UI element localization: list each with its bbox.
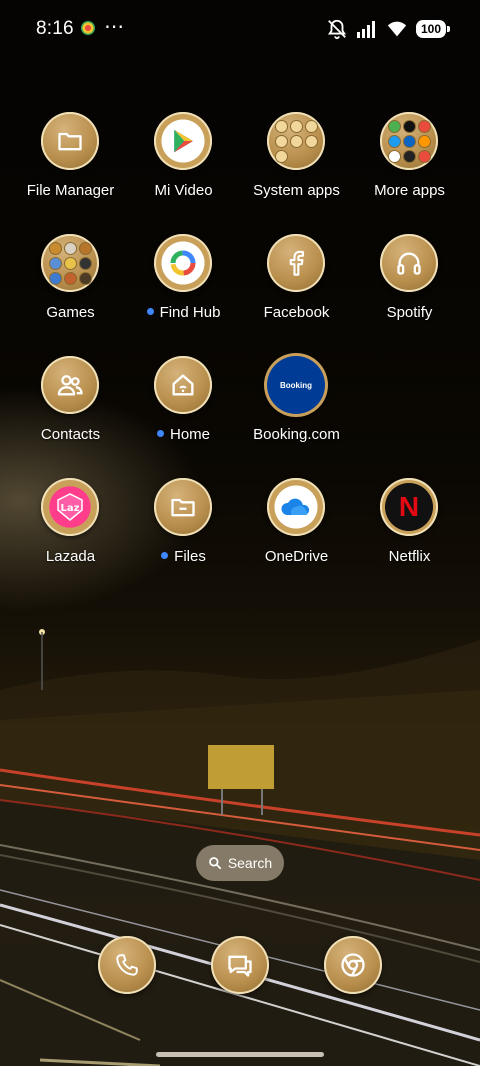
app-label: Booking.com <box>253 426 340 443</box>
folder-label: Games <box>46 304 95 321</box>
app-home[interactable]: Home <box>127 356 240 466</box>
netflix-icon: N <box>398 491 420 522</box>
more-notifications-indicator: ⋯ <box>104 16 125 38</box>
search-label: Search <box>227 855 273 871</box>
folder-icon <box>58 132 82 151</box>
new-badge-dot <box>156 429 164 437</box>
app-label: Lazada <box>45 548 96 565</box>
app-facebook[interactable]: Facebook <box>240 234 353 344</box>
contacts-icon <box>57 375 83 396</box>
cloud-icon <box>281 498 310 515</box>
app-label: Files <box>127 548 240 565</box>
app-label: Spotify <box>386 304 433 321</box>
app-file-manager[interactable]: File Manager <box>14 112 127 222</box>
folder-label: System apps <box>253 182 340 199</box>
app-label: Facebook <box>263 304 330 321</box>
app-label: Mi Video <box>154 182 213 199</box>
dock-messages-button[interactable] <box>211 936 269 994</box>
folder-games-icon <box>41 234 99 292</box>
app-label: Contacts <box>40 426 101 443</box>
folder-games[interactable]: Games <box>14 234 127 344</box>
phone-icon <box>116 954 138 976</box>
folder-more-apps[interactable]: More apps <box>353 112 466 222</box>
messages-icon <box>228 955 252 977</box>
battery-icon: 100 <box>415 20 451 38</box>
new-badge-dot <box>146 307 154 315</box>
play-icon <box>174 129 193 153</box>
status-time: 8:16 <box>36 18 74 39</box>
app-label: OneDrive <box>264 548 329 565</box>
home-icon <box>172 374 194 396</box>
signal-icon <box>356 21 375 38</box>
folder-system-icon <box>267 112 325 170</box>
folder-system-apps[interactable]: System apps <box>240 112 353 222</box>
dock-phone-button[interactable] <box>98 936 156 994</box>
dock <box>0 936 480 996</box>
folder-label: More apps <box>374 182 445 199</box>
google-icon <box>170 250 196 276</box>
search-icon <box>208 857 221 870</box>
app-files[interactable]: Files <box>127 478 240 588</box>
app-contacts[interactable]: Contacts <box>14 356 127 466</box>
folder-more-icon <box>380 112 438 170</box>
files-icon <box>171 498 195 517</box>
notification-icon <box>81 21 95 35</box>
wifi-icon <box>387 21 407 37</box>
app-label: Home <box>127 426 240 443</box>
app-netflix[interactable]: N Netflix <box>353 478 466 588</box>
dock-chrome-button[interactable] <box>324 936 382 994</box>
svg-text:Laz: Laz <box>61 503 80 514</box>
mute-icon <box>327 19 347 40</box>
booking-icon: Booking <box>280 380 312 390</box>
app-label: File Manager <box>26 182 115 199</box>
app-booking[interactable]: Booking Booking.com <box>240 356 353 466</box>
app-label: Find Hub <box>127 304 240 321</box>
search-button[interactable]: Search <box>196 845 284 881</box>
app-onedrive[interactable]: OneDrive <box>240 478 353 588</box>
app-find-hub[interactable]: Find Hub <box>127 234 240 344</box>
facebook-icon <box>289 250 305 276</box>
app-lazada[interactable]: Laz Lazada <box>14 478 127 588</box>
status-bar: 8:16 ⋯ 100 <box>0 0 480 60</box>
app-spotify[interactable]: Spotify <box>353 234 466 344</box>
headphones-icon <box>397 252 421 275</box>
app-mi-video[interactable]: Mi Video <box>127 112 240 222</box>
chrome-icon <box>341 953 365 977</box>
lazada-icon: Laz <box>57 493 83 521</box>
app-label: Netflix <box>388 548 431 565</box>
new-badge-dot <box>161 551 169 559</box>
gesture-home-bar[interactable] <box>156 1052 324 1057</box>
